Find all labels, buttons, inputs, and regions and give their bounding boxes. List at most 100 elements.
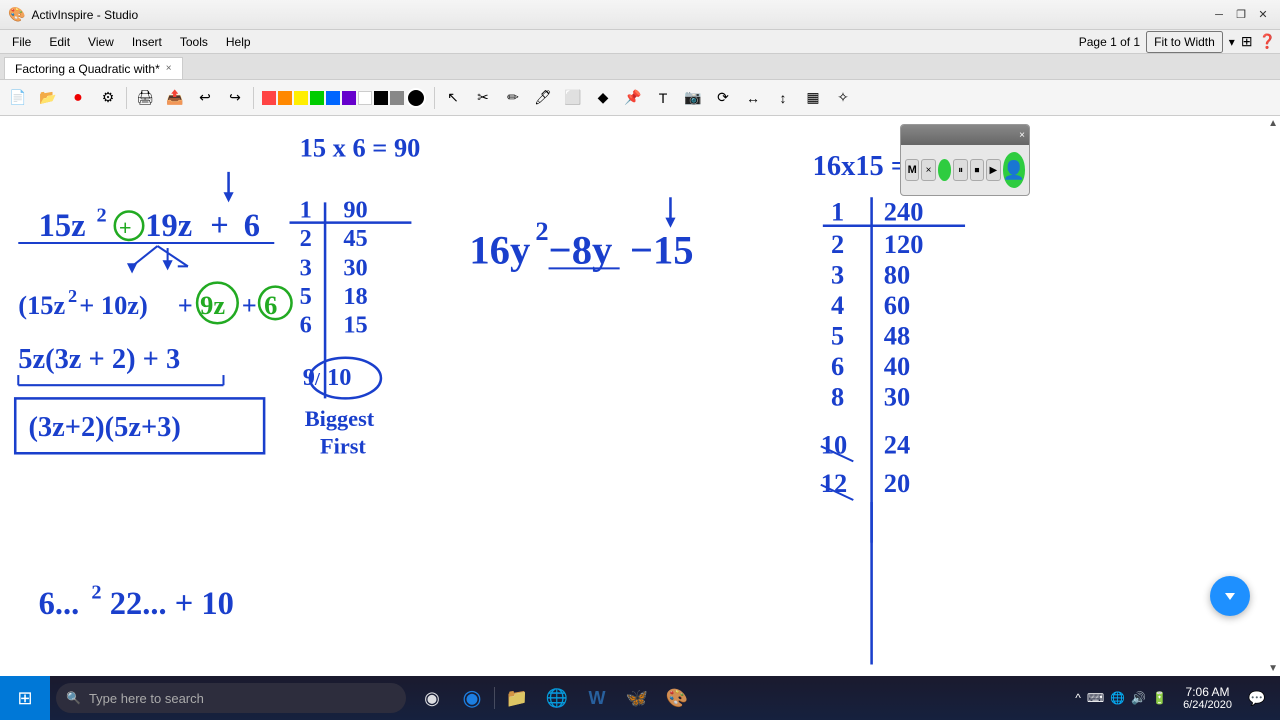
- media-widget[interactable]: × M × ⏸ ⏹ ▶ 👤: [900, 124, 1030, 196]
- menu-file[interactable]: File: [4, 33, 39, 51]
- svg-text:15: 15: [343, 311, 367, 338]
- svg-text:2: 2: [535, 216, 548, 246]
- title-bar: 🎨 ActivInspire - Studio ─ ❐ ✕: [0, 0, 1280, 30]
- color-red[interactable]: [262, 91, 276, 105]
- svg-text:(3z+2)(5z+3): (3z+2)(5z+3): [28, 412, 180, 443]
- menu-view[interactable]: View: [80, 33, 122, 51]
- menu-help[interactable]: Help: [218, 33, 259, 51]
- svg-text:30: 30: [884, 382, 910, 412]
- color-purple[interactable]: [342, 91, 356, 105]
- maximize-button[interactable]: ❐: [1232, 6, 1250, 24]
- color-yellow[interactable]: [294, 91, 308, 105]
- start-button[interactable]: ⊞: [0, 676, 50, 720]
- taskbar-files-icon[interactable]: 📁: [497, 676, 537, 720]
- page-indicator: Page 1 of 1: [1079, 35, 1140, 49]
- eraser-tool[interactable]: ⬜: [559, 84, 587, 112]
- taskbar-word-icon[interactable]: W: [577, 676, 617, 720]
- svg-text:6: 6: [264, 290, 277, 320]
- media-widget-title: ×: [901, 125, 1029, 145]
- more-tool[interactable]: ✧: [829, 84, 857, 112]
- text-tool[interactable]: T: [649, 84, 677, 112]
- minimize-button[interactable]: ─: [1210, 6, 1228, 24]
- color-green[interactable]: [310, 91, 324, 105]
- new-button[interactable]: 📄: [4, 84, 32, 112]
- svg-text:6...: 6...: [39, 586, 80, 622]
- tray-network[interactable]: 🌐: [1108, 689, 1127, 707]
- svg-text:60: 60: [884, 290, 910, 320]
- media-avatar: 👤: [1003, 152, 1025, 188]
- color-orange[interactable]: [278, 91, 292, 105]
- media-m-button[interactable]: M: [905, 159, 919, 181]
- redo-button[interactable]: ↪: [221, 84, 249, 112]
- media-play-button[interactable]: ▶: [986, 159, 1000, 181]
- scissors-tool[interactable]: ✂: [469, 84, 497, 112]
- media-widget-close-button[interactable]: ×: [1019, 130, 1025, 141]
- color-white[interactable]: [358, 91, 372, 105]
- fab-button[interactable]: [1210, 576, 1250, 616]
- app-title: ActivInspire - Studio: [31, 8, 138, 22]
- camera-tool[interactable]: 📷: [679, 84, 707, 112]
- doc-tab[interactable]: Factoring a Quadratic with* ×: [4, 57, 183, 79]
- lines-tool[interactable]: ↕: [769, 84, 797, 112]
- shape-tool[interactable]: ◆: [589, 84, 617, 112]
- task-view-button[interactable]: ◉: [412, 676, 452, 720]
- settings-button[interactable]: ⚙: [94, 84, 122, 112]
- scroll-down-button[interactable]: ▼: [1268, 663, 1278, 674]
- search-icon: 🔍: [66, 691, 81, 705]
- open-button[interactable]: 📂: [34, 84, 62, 112]
- close-button[interactable]: ✕: [1254, 6, 1272, 24]
- canvas[interactable]: 15 x 6 = 90 15z 2 + 19z + 6: [0, 116, 1280, 676]
- fit-arrow-icon[interactable]: ▾: [1229, 35, 1235, 49]
- menu-insert[interactable]: Insert: [124, 33, 170, 51]
- taskbar-activinspire-icon[interactable]: 🎨: [657, 676, 697, 720]
- undo-button[interactable]: ↩: [191, 84, 219, 112]
- clock-date: 6/24/2020: [1183, 699, 1232, 711]
- taskbar-edge-icon[interactable]: 🌐: [537, 676, 577, 720]
- svg-text:240: 240: [884, 197, 924, 227]
- color-black[interactable]: [374, 91, 388, 105]
- svg-text:18: 18: [343, 283, 367, 310]
- rotate-tool[interactable]: ⟳: [709, 84, 737, 112]
- record-button[interactable]: ●: [64, 84, 92, 112]
- media-stop-button[interactable]: ⏹: [970, 159, 984, 181]
- clock[interactable]: 7:06 AM 6/24/2020: [1173, 685, 1242, 711]
- select-tool[interactable]: ↖: [439, 84, 467, 112]
- scroll-up-button[interactable]: ▲: [1268, 118, 1278, 129]
- export-button[interactable]: 📤: [161, 84, 189, 112]
- tray-battery[interactable]: 🔋: [1150, 689, 1169, 707]
- svg-text:80: 80: [884, 260, 910, 290]
- svg-text:1: 1: [831, 197, 844, 227]
- svg-text:48: 48: [884, 321, 910, 351]
- grid-tool[interactable]: ▦: [799, 84, 827, 112]
- flip-tool[interactable]: ↔: [739, 84, 767, 112]
- taskbar-right: ^ ⌨ 🌐 🔊 🔋 7:06 AM 6/24/2020 💬: [1069, 676, 1280, 720]
- tray-volume[interactable]: 🔊: [1129, 689, 1148, 707]
- svg-text:12: 12: [821, 468, 847, 498]
- color-gray[interactable]: [390, 91, 404, 105]
- svg-text:9z: 9z: [200, 290, 225, 320]
- svg-text:/: /: [314, 369, 321, 389]
- pen-tool[interactable]: ✏: [499, 84, 527, 112]
- media-pause-button[interactable]: ⏸: [953, 159, 967, 181]
- search-bar[interactable]: 🔍 Type here to search: [56, 683, 406, 713]
- menu-edit[interactable]: Edit: [41, 33, 78, 51]
- print-button[interactable]: 🖨: [131, 84, 159, 112]
- color-blue[interactable]: [326, 91, 340, 105]
- fit-to-width-button[interactable]: Fit to Width: [1146, 31, 1223, 53]
- search-placeholder: Type here to search: [89, 691, 204, 706]
- menu-tools[interactable]: Tools: [172, 33, 216, 51]
- notification-button[interactable]: 💬: [1242, 676, 1272, 720]
- layout-icon[interactable]: ⊞: [1241, 33, 1253, 50]
- stamp-tool[interactable]: 📌: [619, 84, 647, 112]
- cortana-icon[interactable]: ◉: [452, 676, 492, 720]
- highlighter-tool[interactable]: 🖊: [529, 84, 557, 112]
- doc-tab-close[interactable]: ×: [166, 63, 172, 74]
- tray-keyboard[interactable]: ⌨: [1085, 689, 1106, 707]
- pen-color-indicator[interactable]: [406, 88, 426, 108]
- help-icon[interactable]: ❓: [1259, 33, 1276, 50]
- taskbar-bird-icon[interactable]: 🦋: [617, 676, 657, 720]
- media-close-button[interactable]: ×: [921, 159, 935, 181]
- svg-text:6: 6: [244, 208, 260, 244]
- tray-expand[interactable]: ^: [1073, 689, 1083, 707]
- doc-tab-label: Factoring a Quadratic with*: [15, 62, 160, 76]
